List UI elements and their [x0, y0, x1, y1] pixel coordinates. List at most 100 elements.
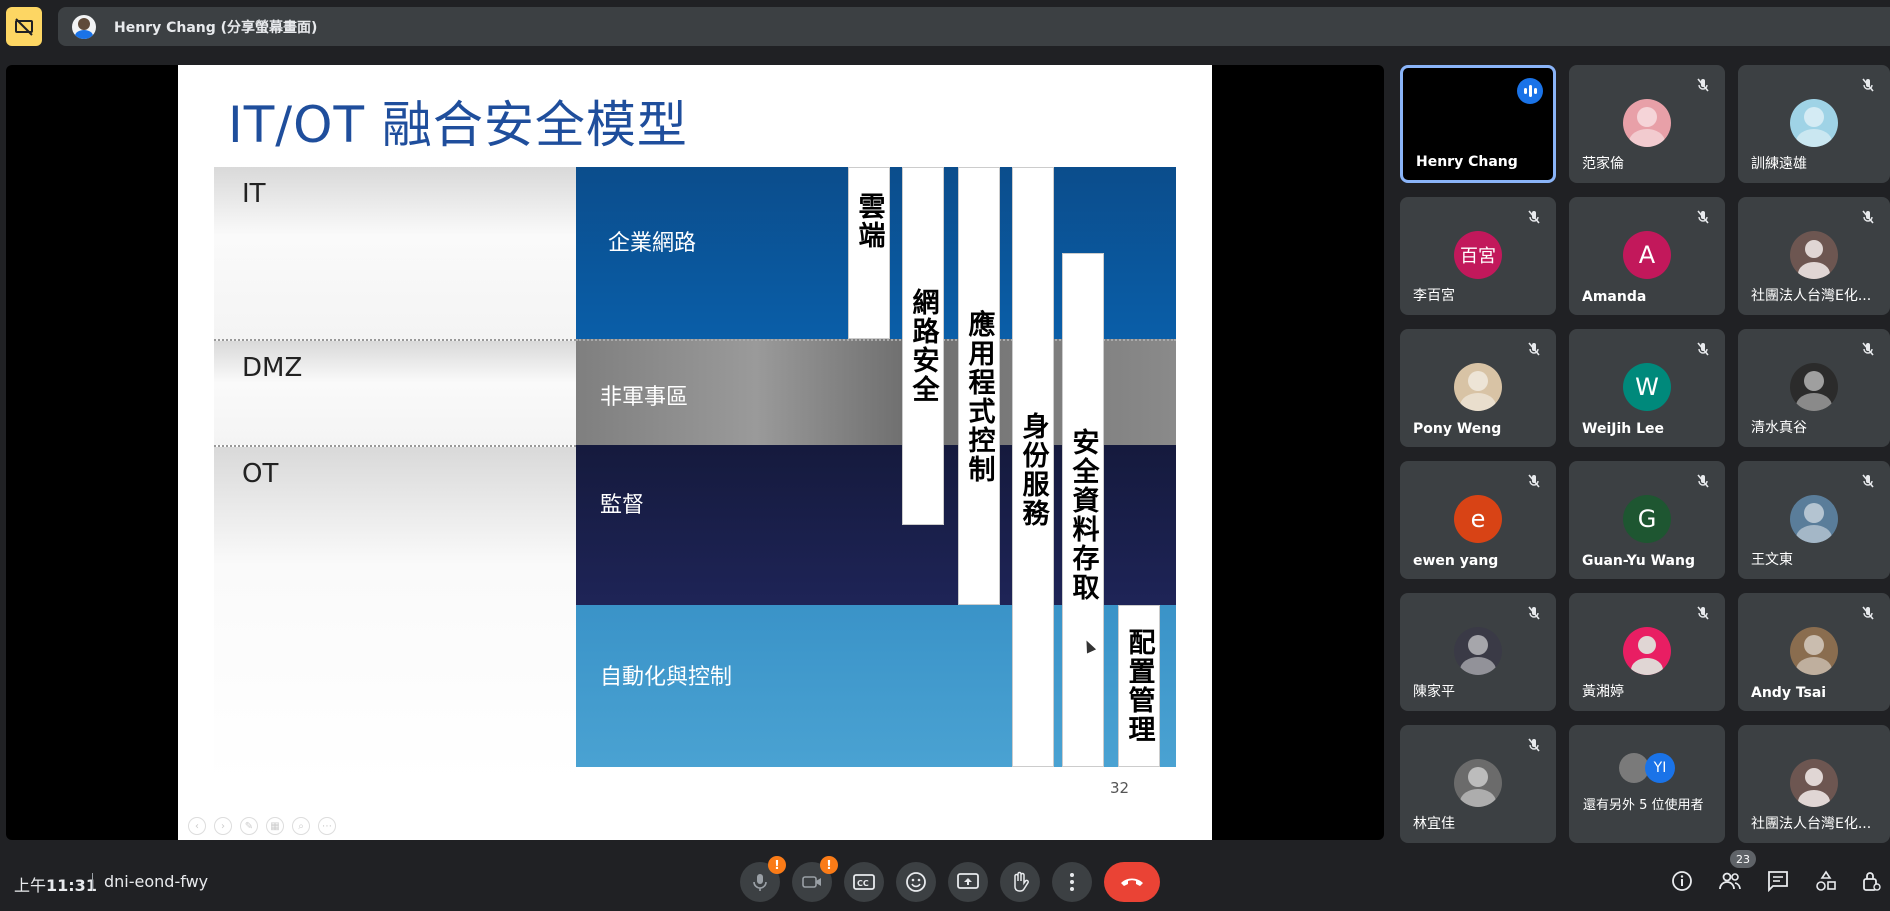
participant-tile[interactable]: 清水真谷	[1738, 329, 1890, 447]
avatar	[1790, 759, 1838, 807]
zone-label: IT	[242, 179, 266, 209]
participant-name: WeiJih Lee	[1582, 421, 1664, 437]
avatar: 百宮	[1454, 231, 1502, 279]
mic-off-icon	[1697, 474, 1709, 488]
slide-title: IT/OT 融合安全模型	[228, 96, 688, 154]
avatar	[1790, 363, 1838, 411]
mic-button[interactable]: !	[740, 856, 786, 902]
avatar	[1790, 99, 1838, 147]
more-icon[interactable]: ⋯	[318, 817, 336, 835]
meeting-details-button[interactable]	[1665, 864, 1699, 898]
slides-grid-icon[interactable]: ▦	[266, 817, 284, 835]
avatar: e	[1454, 495, 1502, 543]
pen-icon[interactable]: ✎	[240, 817, 258, 835]
participant-tile[interactable]: 林宜佳	[1400, 725, 1556, 843]
participant-tile[interactable]: W WeiJih Lee	[1569, 329, 1725, 447]
time-prefix: 上午	[14, 876, 47, 895]
column-label: 配置管理	[1123, 628, 1155, 744]
host-controls-icon	[1863, 872, 1881, 891]
avatar	[1790, 231, 1838, 279]
meeting-code: dni-eond-fwy	[104, 872, 209, 891]
presenter-banner: Henry Chang (分享螢幕畫面)	[58, 7, 1890, 46]
leave-call-button[interactable]	[1104, 862, 1160, 902]
participant-tile[interactable]: 社團法人台灣E化...	[1738, 725, 1890, 843]
participant-tile[interactable]: 百宮 李百宮	[1400, 197, 1556, 315]
mic-off-icon	[1528, 606, 1540, 620]
participant-name: 李百宮	[1413, 288, 1455, 304]
warning-badge: !	[820, 856, 838, 874]
camera-button[interactable]: !	[792, 856, 838, 902]
host-controls-button[interactable]	[1854, 864, 1888, 898]
top-bar: Henry Chang (分享螢幕畫面)	[0, 0, 1890, 52]
participant-name: 清水真谷	[1751, 420, 1807, 436]
participant-name: Amanda	[1582, 289, 1647, 305]
mic-off-icon	[1697, 210, 1709, 224]
participant-tile[interactable]: 范家倫	[1569, 65, 1725, 183]
mic-off-icon	[1528, 210, 1540, 224]
column-secure-data-access: 安全資料存取	[1062, 253, 1104, 767]
speaking-indicator-icon	[1517, 78, 1543, 104]
emoji-button[interactable]	[896, 862, 936, 902]
next-slide-icon[interactable]: ›	[214, 817, 232, 835]
present-button[interactable]	[948, 862, 988, 902]
avatar	[1790, 495, 1838, 543]
participant-name: ewen yang	[1413, 553, 1499, 569]
participant-tile[interactable]: Pony Weng	[1400, 329, 1556, 447]
captions-button[interactable]: CC	[844, 862, 884, 902]
participant-tile[interactable]: 王文東	[1738, 461, 1890, 579]
participant-name: 訓練遠雄	[1751, 156, 1807, 172]
participant-tile[interactable]: e ewen yang	[1400, 461, 1556, 579]
stop-presenting-button[interactable]	[6, 7, 42, 46]
mic-off-icon	[1697, 606, 1709, 620]
bottom-bar: 上午11:31 dni-eond-fwy ! ! CC	[0, 852, 1890, 911]
participant-tile[interactable]: A Amanda	[1569, 197, 1725, 315]
column-app-control: 應用程式控制	[958, 167, 1000, 605]
mic-off-icon	[1528, 738, 1540, 752]
band-label: 非軍事區	[600, 385, 689, 410]
raise-hand-button[interactable]	[1000, 862, 1040, 902]
avatar	[72, 15, 96, 39]
avatar: YI	[1645, 753, 1675, 783]
time: 11:31	[46, 876, 97, 895]
shared-screen[interactable]: IT/OT 融合安全模型 IT DMZ OT 企業網路 非軍事區 監督 自動化與…	[6, 65, 1384, 840]
stop-presenting-icon	[15, 17, 33, 36]
participant-tile[interactable]: 訓練遠雄	[1738, 65, 1890, 183]
participant-tile[interactable]: Andy Tsai	[1738, 593, 1890, 711]
participant-tile[interactable]: G Guan-Yu Wang	[1569, 461, 1725, 579]
activities-button[interactable]	[1809, 864, 1843, 898]
info-icon	[1672, 871, 1692, 891]
more-options-button[interactable]	[1052, 862, 1092, 902]
warning-badge: !	[768, 856, 786, 874]
avatar: A	[1623, 231, 1671, 279]
zone-ot: OT	[214, 445, 576, 785]
column-label: 雲端	[853, 192, 885, 250]
captions-icon: CC	[853, 874, 875, 890]
prev-slide-icon[interactable]: ‹	[188, 817, 206, 835]
more-participants-tile[interactable]: YI 還有另外 5 位使用者	[1569, 725, 1725, 843]
presenter-label: Henry Chang (分享螢幕畫面)	[114, 20, 318, 36]
mic-off-icon	[1697, 78, 1709, 92]
chat-button[interactable]	[1761, 864, 1795, 898]
zoom-icon[interactable]: ⌕	[292, 817, 310, 835]
participant-tile[interactable]: 陳家平	[1400, 593, 1556, 711]
mic-off-icon	[1862, 78, 1874, 92]
present-icon	[957, 873, 979, 889]
participant-name: 黃湘婷	[1582, 684, 1624, 700]
people-button[interactable]	[1713, 864, 1747, 898]
people-icon	[1719, 872, 1741, 890]
mic-off-icon	[1528, 474, 1540, 488]
column-identity-services: 身份服務	[1012, 167, 1054, 767]
zone-dmz: DMZ	[214, 339, 576, 445]
raise-hand-icon	[1014, 871, 1029, 892]
participant-name: 陳家平	[1413, 684, 1455, 700]
column-label: 應用程式控制	[963, 310, 995, 484]
emoji-icon	[906, 872, 926, 892]
participant-tile[interactable]: 社團法人台灣E化...	[1738, 197, 1890, 315]
participant-name: Andy Tsai	[1751, 685, 1827, 701]
avatar	[1623, 627, 1671, 675]
band-label: 企業網路	[608, 231, 697, 256]
participant-tile[interactable]: Henry Chang	[1400, 65, 1556, 183]
participant-tile[interactable]: 黃湘婷	[1569, 593, 1725, 711]
avatar	[1790, 627, 1838, 675]
hangup-icon	[1121, 878, 1143, 886]
